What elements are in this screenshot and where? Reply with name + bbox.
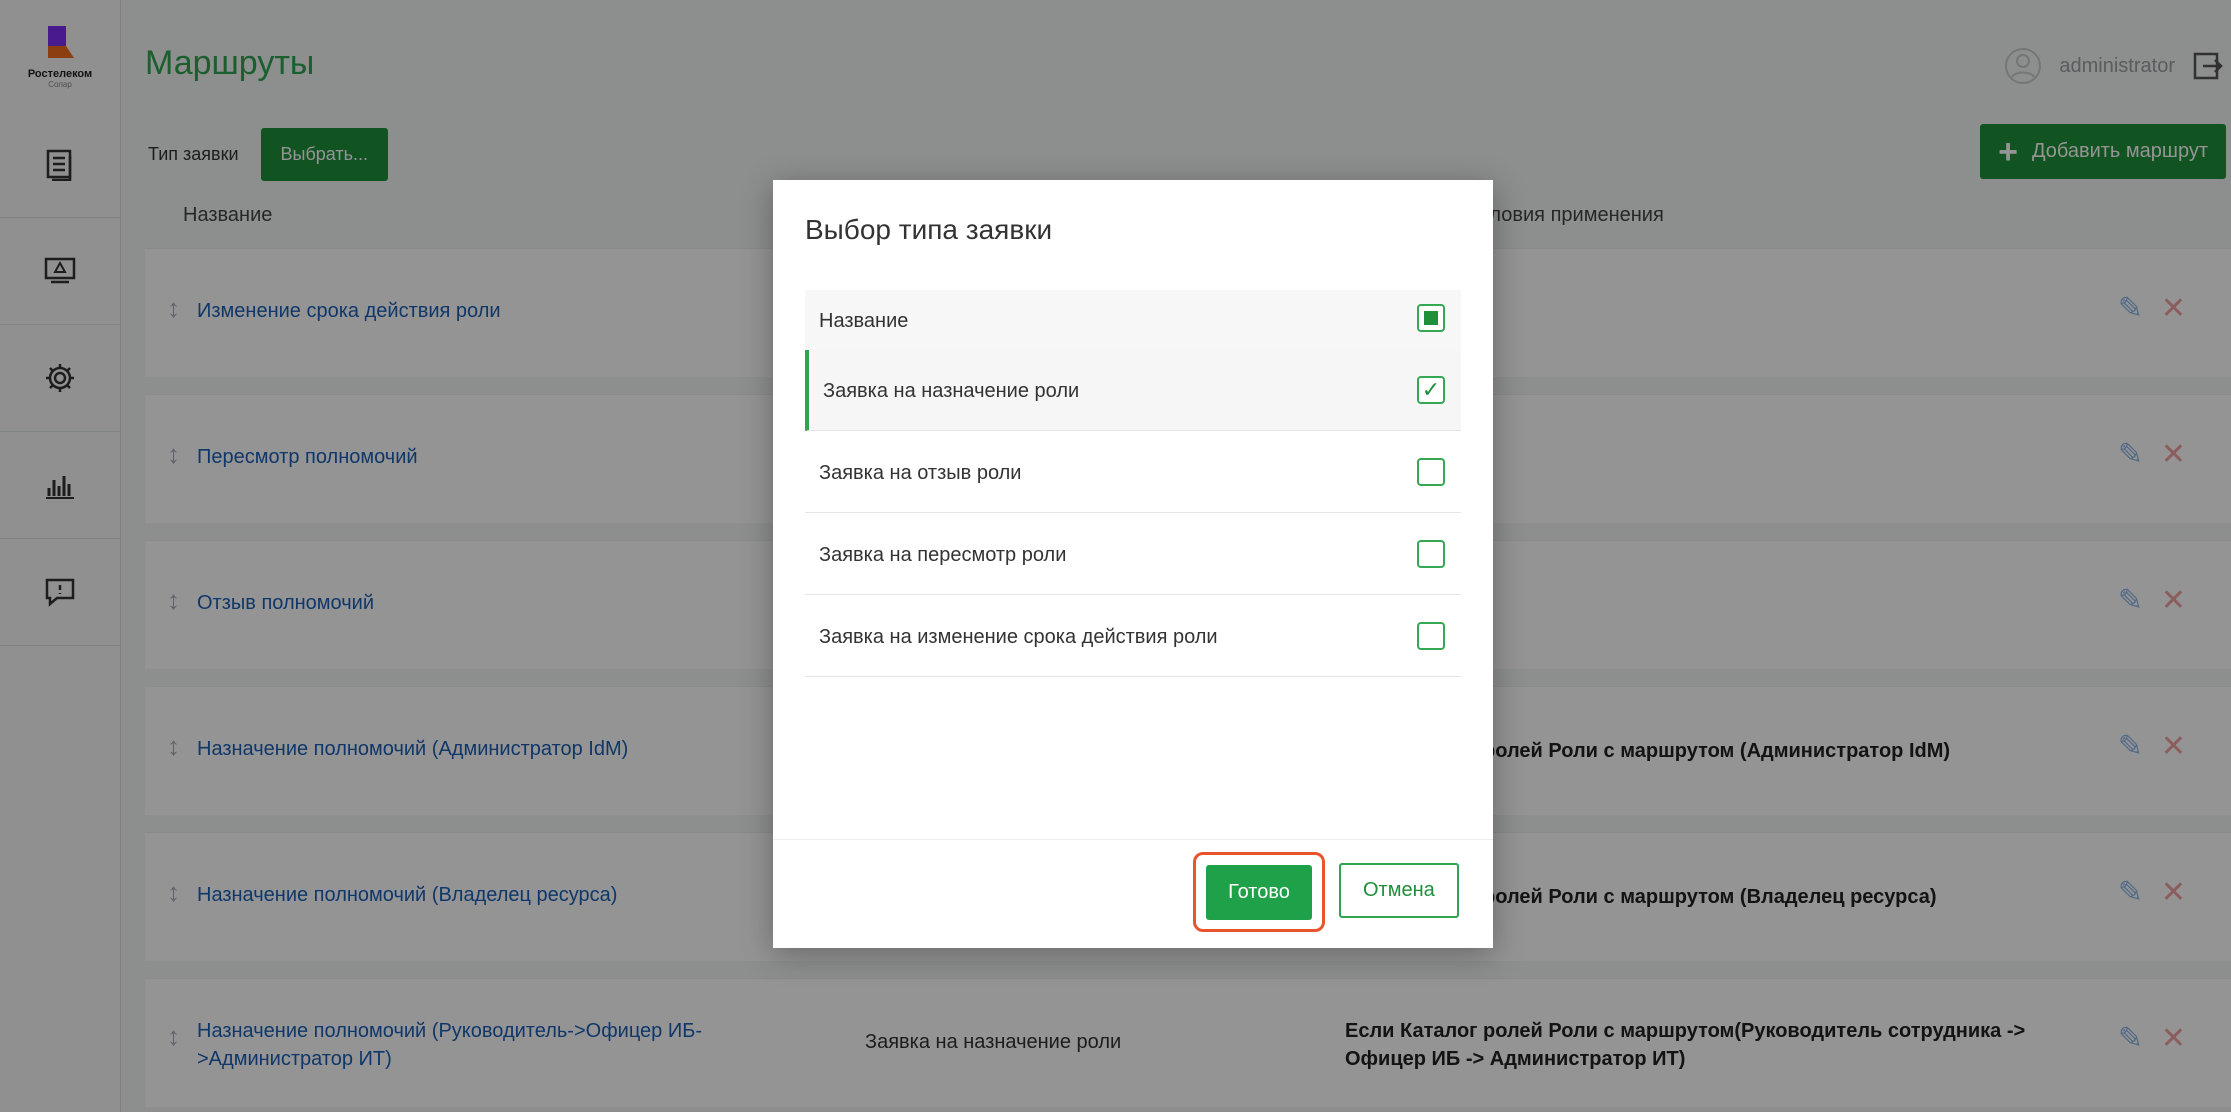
option-label: Заявка на отзыв роли: [819, 462, 1022, 484]
option-label: Заявка на назначение роли: [823, 380, 1080, 402]
checkmark-icon: ✓: [1421, 377, 1441, 402]
dialog-title: Выбор типа заявки: [805, 214, 1053, 245]
done-button[interactable]: Готово: [1206, 864, 1312, 920]
options-header: Название: [805, 290, 1461, 350]
option-checkbox[interactable]: [1417, 622, 1445, 650]
option-checkbox[interactable]: ✓: [1417, 376, 1445, 404]
partial-check-icon: [1424, 311, 1438, 325]
request-type-dialog: Выбор типа заявки Название Заявка на наз…: [773, 180, 1493, 948]
option-checkbox[interactable]: [1417, 458, 1445, 486]
select-all-checkbox[interactable]: [1417, 304, 1445, 332]
option-label: Заявка на изменение срока действия роли: [819, 626, 1218, 648]
option-assign-role[interactable]: Заявка на назначение роли ✓: [805, 350, 1461, 431]
option-review-role[interactable]: Заявка на пересмотр роли: [805, 514, 1461, 595]
option-revoke-role[interactable]: Заявка на отзыв роли: [805, 432, 1461, 513]
options-header-label: Название: [819, 310, 909, 332]
cancel-button[interactable]: Отмена: [1339, 863, 1459, 918]
option-label: Заявка на пересмотр роли: [819, 544, 1067, 566]
done-button-highlight: Готово: [1193, 852, 1325, 932]
option-checkbox[interactable]: [1417, 540, 1445, 568]
dialog-footer: Готово Отмена: [773, 839, 1493, 948]
option-change-role-term[interactable]: Заявка на изменение срока действия роли: [805, 596, 1461, 677]
